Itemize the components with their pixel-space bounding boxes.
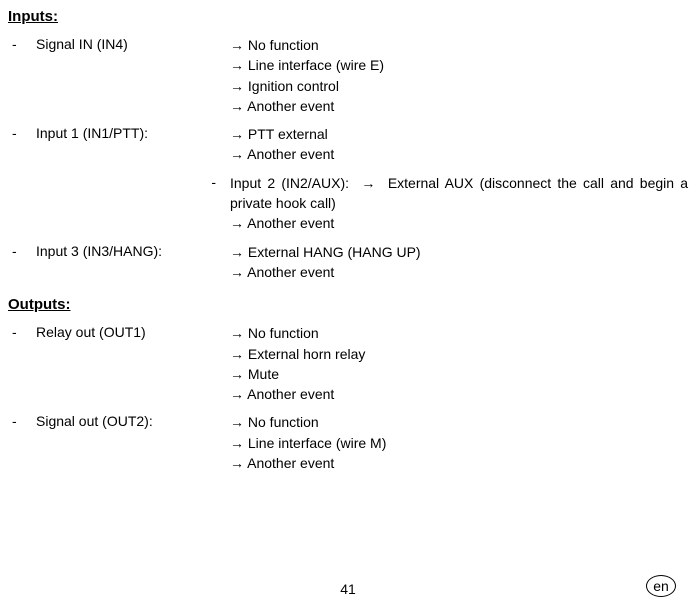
input-label: Input 3 (IN3/HANG):	[36, 242, 230, 262]
value-text: Line interface (wire M)	[248, 435, 387, 451]
value-text: Another event	[247, 98, 334, 114]
arrow-icon: →	[230, 366, 244, 382]
page-footer: 41 en	[0, 581, 696, 597]
value-text: PTT external	[248, 126, 328, 142]
value-text: External HANG (HANG UP)	[248, 244, 421, 260]
bullet: -	[8, 124, 36, 144]
outputs-header: Outputs:	[8, 296, 688, 313]
bullet: -	[8, 173, 230, 193]
arrow-icon: →	[361, 175, 375, 191]
value-text: No function	[248, 325, 319, 341]
output-item-signal-out: - Signal out (OUT2): → No function → Lin…	[8, 412, 688, 473]
input-item-signal-in: - Signal IN (IN4) → No function → Line i…	[8, 35, 688, 116]
arrow-icon: →	[230, 386, 244, 402]
value-text: Mute	[248, 366, 279, 382]
arrow-icon: →	[230, 264, 244, 280]
bullet: -	[8, 412, 36, 432]
input-label: Input 1 (IN1/PTT):	[36, 124, 230, 144]
input-item-input2-sub: - Input 2 (IN2/AUX): → External AUX (dis…	[8, 173, 688, 234]
value-text: Another event	[247, 386, 334, 402]
input-item-input1: - Input 1 (IN1/PTT): → PTT external → An…	[8, 124, 688, 165]
output-label: Signal out (OUT2):	[36, 412, 230, 432]
value-text: No function	[248, 414, 319, 430]
arrow-icon: →	[230, 146, 244, 162]
sub-label: Input 2 (IN2/AUX):	[230, 175, 349, 191]
value-text: Line interface (wire E)	[248, 57, 384, 73]
arrow-icon: →	[230, 325, 244, 341]
value-text: Another event	[247, 455, 334, 471]
input-values: Input 2 (IN2/AUX): → External AUX (disco…	[230, 173, 688, 234]
output-item-relay-out: - Relay out (OUT1) → No function → Exter…	[8, 323, 688, 404]
value-text: No function	[248, 37, 319, 53]
arrow-icon: →	[230, 414, 244, 430]
input-item-input3: - Input 3 (IN3/HANG): → External HANG (H…	[8, 242, 688, 283]
bullet: -	[8, 323, 36, 343]
bullet: -	[8, 35, 36, 55]
value-text: External horn relay	[248, 346, 366, 362]
arrow-icon: →	[230, 244, 244, 260]
input-values: → No function → Line interface (wire E) …	[230, 35, 688, 116]
value-text: Another event	[247, 146, 334, 162]
arrow-icon: →	[230, 455, 244, 471]
language-badge: en	[646, 575, 676, 597]
inputs-header: Inputs:	[8, 8, 688, 25]
arrow-icon: →	[230, 78, 244, 94]
input-values: → PTT external → Another event	[230, 124, 688, 165]
input-values: → External HANG (HANG UP) → Another even…	[230, 242, 688, 283]
output-values: → No function → Line interface (wire M) …	[230, 412, 688, 473]
arrow-icon: →	[230, 346, 244, 362]
page-number: 41	[340, 581, 356, 597]
value-text: Another event	[247, 215, 334, 231]
arrow-icon: →	[230, 126, 244, 142]
arrow-icon: →	[230, 57, 244, 73]
output-label: Relay out (OUT1)	[36, 323, 230, 343]
input-label: Signal IN (IN4)	[36, 35, 230, 55]
value-text: Ignition control	[248, 78, 339, 94]
bullet: -	[8, 242, 36, 262]
arrow-icon: →	[230, 37, 244, 53]
arrow-icon: →	[230, 98, 244, 114]
output-values: → No function → External horn relay → Mu…	[230, 323, 688, 404]
arrow-icon: →	[230, 435, 244, 451]
arrow-icon: →	[230, 215, 244, 231]
value-text: Another event	[247, 264, 334, 280]
